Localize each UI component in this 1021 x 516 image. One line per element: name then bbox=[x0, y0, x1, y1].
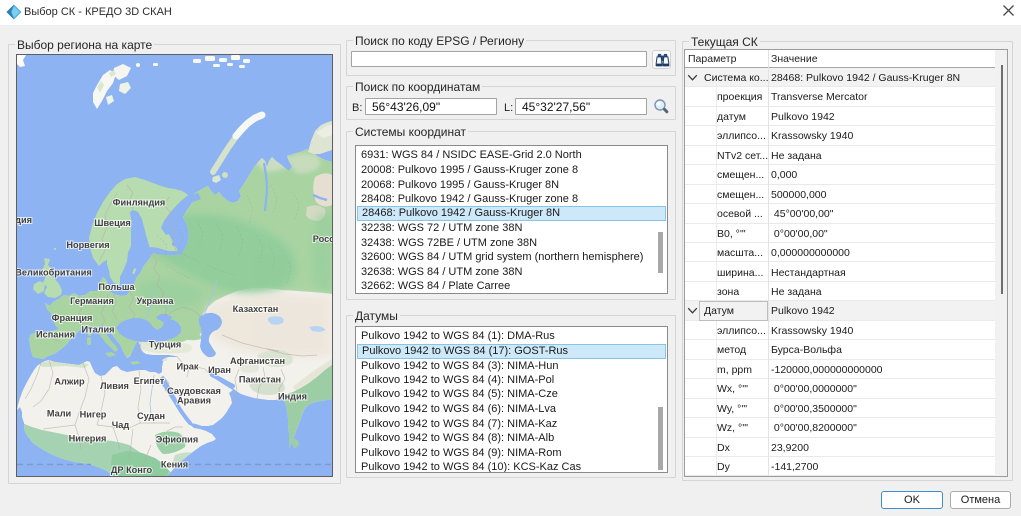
svg-text:Италия: Италия bbox=[81, 325, 114, 335]
svg-text:ДР Конго: ДР Конго bbox=[111, 465, 153, 475]
svg-text:Египет: Египет bbox=[134, 376, 165, 386]
svg-text:Афганистан: Афганистан bbox=[230, 356, 285, 366]
svg-text:Мали: Мали bbox=[47, 409, 72, 419]
svg-text:Судан: Судан bbox=[137, 411, 165, 421]
svg-text:Нигер: Нигер bbox=[80, 410, 107, 420]
svg-text:дия: дия bbox=[17, 215, 32, 225]
svg-text:Кения: Кения bbox=[161, 460, 188, 470]
svg-text:Великобритания: Великобритания bbox=[17, 268, 92, 278]
svg-text:Финляндия: Финляндия bbox=[113, 198, 166, 208]
svg-text:Германия: Германия bbox=[70, 296, 114, 306]
svg-text:Аравия: Аравия bbox=[177, 396, 211, 406]
svg-text:Ливия: Ливия bbox=[100, 381, 129, 391]
svg-text:Алжир: Алжир bbox=[54, 377, 85, 387]
svg-text:Испания: Испания bbox=[36, 330, 75, 340]
svg-text:Ирак: Ирак bbox=[177, 362, 199, 372]
svg-text:Франция: Франция bbox=[52, 313, 93, 323]
svg-text:Чад: Чад bbox=[112, 420, 130, 430]
svg-text:Иран: Иран bbox=[208, 365, 231, 375]
svg-text:Саудовская: Саудовская bbox=[167, 386, 221, 396]
svg-text:Пакистан: Пакистан bbox=[239, 375, 281, 385]
svg-text:Турция: Турция bbox=[149, 340, 182, 350]
svg-text:Эфиопия: Эфиопия bbox=[156, 435, 198, 445]
svg-text:Украина: Украина bbox=[137, 296, 175, 306]
svg-text:Россия: Россия bbox=[313, 234, 332, 244]
svg-text:Индия: Индия bbox=[278, 392, 307, 402]
svg-text:Швеция: Швеция bbox=[94, 218, 131, 228]
svg-text:Казахстан: Казахстан bbox=[233, 304, 279, 314]
svg-text:Норвегия: Норвегия bbox=[66, 240, 109, 250]
svg-text:Нигерия: Нигерия bbox=[69, 434, 107, 444]
svg-text:Польша: Польша bbox=[98, 282, 135, 292]
